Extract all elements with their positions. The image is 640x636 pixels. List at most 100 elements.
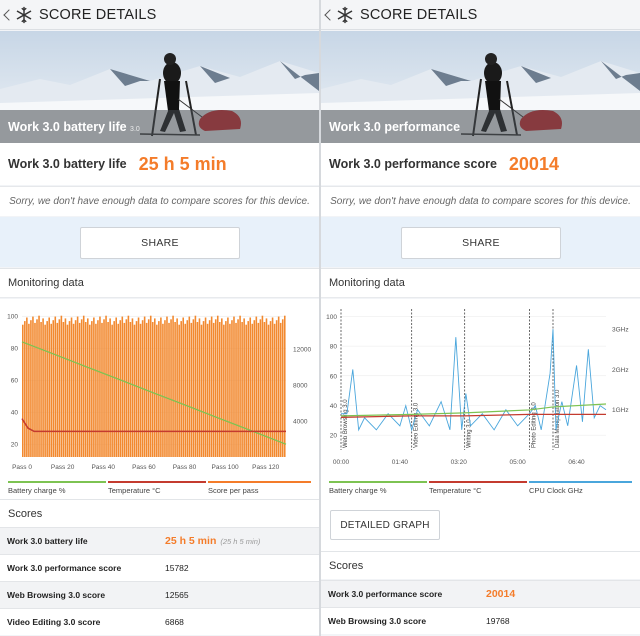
score-bar: [233, 316, 235, 457]
score-bar: [204, 317, 207, 457]
score-bar: [210, 316, 213, 457]
score-bar: [56, 322, 59, 457]
score-bar: [198, 318, 201, 457]
y-tick-label: 20: [11, 442, 19, 449]
score-bar: [151, 322, 154, 457]
score-value: 20014: [508, 153, 559, 174]
x-tick-label: Pass 120: [252, 464, 279, 471]
back-arrow-icon[interactable]: [3, 8, 15, 21]
score-bar: [283, 315, 286, 457]
share-area: SHARE: [0, 217, 319, 267]
score-bar: [231, 320, 233, 457]
legend-cpu-clock: CPU Clock GHz: [529, 481, 632, 495]
y-tick-label: 40: [330, 403, 338, 410]
score-value: 25 h 5 min: [138, 153, 227, 174]
score-bar: [186, 320, 189, 457]
left-panel: SCORE DETAILS Work 3.0 battery life 3.0: [0, 0, 319, 636]
scores-header: Scores: [0, 499, 319, 527]
y-tick-label: 100: [326, 314, 337, 321]
score-bar: [218, 322, 221, 457]
score-bar: [84, 322, 87, 457]
score-bar: [249, 317, 252, 457]
score-bar: [160, 317, 162, 457]
segment-label: Video Editing 3.0: [414, 402, 420, 448]
score-row: Web Browsing 3.0 score 12565: [0, 581, 319, 608]
performance-chart: 20 40 60 80 100 1GHz 2GHz 3GHz Web Browsing 3.0 V…: [321, 299, 640, 499]
score-bar: [133, 324, 136, 457]
score-bar: [190, 322, 193, 457]
score-bar: [82, 315, 85, 457]
y-tick-label: 80: [11, 346, 19, 353]
score-bar: [239, 315, 241, 457]
score-bar: [221, 318, 223, 457]
score-bar: [22, 324, 24, 457]
score-bar: [184, 323, 187, 457]
score-bar: [225, 321, 227, 457]
score-bar: [206, 323, 209, 457]
score-bar: [50, 323, 53, 457]
score-bar: [279, 322, 282, 457]
score-bar: [74, 320, 77, 457]
score-bar: [34, 322, 36, 457]
score-bar: [200, 324, 203, 457]
score-label: Work 3.0 performance score: [329, 157, 497, 171]
score-bar: [170, 319, 172, 457]
hero-image: Work 3.0 performance: [321, 31, 640, 143]
score-bar: [223, 324, 225, 457]
snowflake-icon: [337, 6, 353, 23]
legend-score-per-pass: Score per pass: [208, 481, 311, 495]
legend-battery: Battery charge %: [329, 481, 427, 495]
app-bar: SCORE DETAILS: [321, 0, 640, 30]
score-bar: [208, 320, 211, 457]
score-bar: [212, 322, 215, 457]
y-right-tick-label: 2GHz: [612, 367, 629, 374]
score-bar: [103, 319, 105, 457]
score-bar: [214, 319, 217, 457]
score-row: Video Editing 3.0 score 6868: [0, 608, 319, 635]
score-bar: [243, 318, 245, 457]
x-tick-label: Pass 40: [91, 464, 115, 471]
score-bar: [76, 316, 79, 457]
detailed-graph-button[interactable]: DETAILED GRAPH: [330, 510, 440, 540]
score-bar: [275, 320, 278, 457]
x-tick-label: 05:00: [510, 459, 527, 466]
y-tick-label: 80: [330, 344, 338, 351]
score-bar: [125, 319, 128, 457]
y-right-tick-label: 8000: [293, 383, 308, 390]
score-bar: [40, 322, 42, 457]
score-bar: [113, 321, 115, 457]
score-bar: [241, 322, 243, 457]
score-bar: [80, 319, 83, 457]
score-summary: Work 3.0 battery life 25 h 5 min: [0, 143, 319, 185]
share-button[interactable]: SHARE: [80, 227, 240, 259]
y-tick-label: 40: [11, 410, 19, 417]
legend-temperature: Temperature °C: [429, 481, 527, 495]
score-bar: [202, 321, 205, 457]
y-tick-label: 20: [330, 433, 338, 440]
score-bar: [158, 321, 160, 457]
score-bar: [60, 315, 63, 457]
score-bar: [178, 324, 180, 457]
app-bar: SCORE DETAILS: [0, 0, 319, 30]
score-bar: [245, 324, 247, 457]
score-bar: [251, 323, 254, 457]
score-bar: [168, 322, 170, 457]
score-label: Work 3.0 battery life: [8, 157, 127, 171]
back-arrow-icon[interactable]: [324, 8, 336, 21]
battery-chart: 20 40 60 80 100 4000 8000 12000 Pass 0 Pass 20 Pas…: [0, 299, 319, 499]
score-bar: [86, 318, 89, 457]
x-tick-label: 03:20: [451, 459, 468, 466]
score-bar: [176, 318, 178, 457]
share-button[interactable]: SHARE: [401, 227, 561, 259]
legend-battery: Battery charge %: [8, 481, 106, 495]
score-bar: [259, 319, 262, 457]
score-bar: [89, 324, 91, 457]
y-tick-label: 100: [7, 314, 18, 321]
score-bar: [174, 322, 176, 457]
score-bar: [121, 316, 124, 457]
score-bar: [36, 319, 38, 457]
score-bar: [78, 322, 81, 457]
score-bar: [64, 318, 67, 457]
score-bar: [115, 317, 117, 457]
scores-header: Scores: [321, 551, 640, 579]
